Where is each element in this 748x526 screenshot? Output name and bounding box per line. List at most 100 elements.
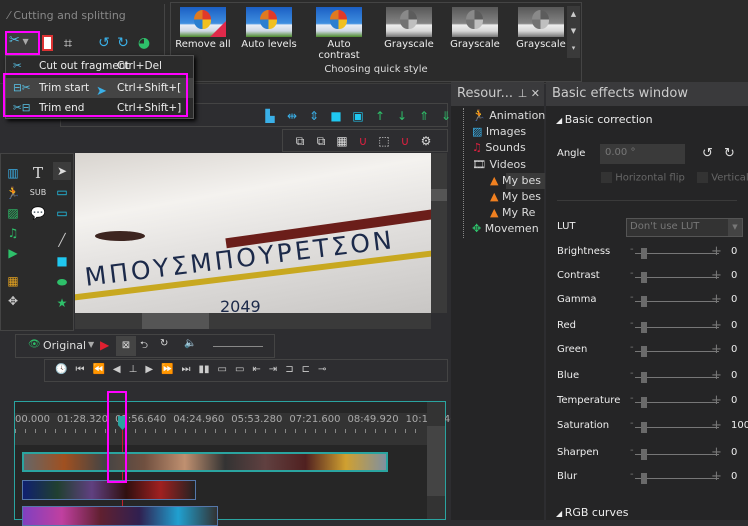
preview-horizontal-scrollbar[interactable]	[75, 313, 431, 329]
slider-knob[interactable]	[641, 272, 647, 283]
minus-icon[interactable]: -	[630, 418, 634, 429]
multi-select-icon[interactable]: ▭	[53, 204, 71, 222]
bring-forward-icon[interactable]: ↑	[371, 107, 389, 125]
tree-item-movement[interactable]: ✥ Movemen	[472, 221, 545, 237]
clock-icon[interactable]: 🕓	[55, 364, 67, 381]
quick-style-grayscale[interactable]: Grayscale	[512, 7, 570, 61]
fast-forward-icon[interactable]: ⏩	[161, 364, 173, 381]
snap-grid-icon[interactable]: ∪	[354, 132, 372, 150]
plus-icon[interactable]: +	[711, 318, 722, 333]
slider-green[interactable]: Green - +0	[557, 342, 748, 360]
move-icon[interactable]: ✥	[4, 292, 22, 310]
slider-blue[interactable]: Blue - +0	[557, 368, 748, 386]
quick-style-auto-levels[interactable]: Auto levels	[240, 7, 298, 61]
fit-icon[interactable]: ⊠	[116, 336, 136, 356]
rewind-icon[interactable]: ⏪	[92, 364, 104, 381]
slider-track[interactable]	[635, 253, 719, 254]
slider-track[interactable]	[635, 478, 719, 479]
slider-gamma[interactable]: Gamma - +0	[557, 292, 748, 310]
tree-item-video[interactable]: ▲ My Re	[472, 205, 545, 221]
split-track-icon[interactable]: ⊸	[318, 364, 326, 381]
align-left-icon[interactable]: ⊐	[285, 364, 293, 381]
rotate-right-icon[interactable]: ↻	[114, 34, 132, 52]
plus-icon[interactable]: +	[711, 393, 722, 408]
slider-track[interactable]	[635, 454, 719, 455]
bring-to-front-icon[interactable]: ⇑	[415, 107, 433, 125]
slider-knob[interactable]	[641, 372, 647, 383]
chevron-down-icon[interactable]: ▼	[88, 340, 94, 349]
send-back-object-icon[interactable]: ⧉	[312, 132, 330, 150]
minus-icon[interactable]: -	[630, 268, 634, 279]
minus-icon[interactable]: -	[630, 292, 634, 303]
timeline-scrollbar[interactable]	[427, 402, 445, 519]
video-clip[interactable]	[22, 452, 388, 472]
speed-icon[interactable]: ◕	[135, 34, 153, 52]
tree-item-video[interactable]: ▲ My bes	[472, 189, 545, 205]
text-tool-icon[interactable]: T	[29, 164, 47, 182]
slider-track[interactable]	[635, 427, 719, 428]
tree-item-videos[interactable]: 🎞 Videos	[472, 157, 545, 173]
slider-red[interactable]: Red - +0	[557, 318, 748, 336]
gallery-scroll[interactable]: ▲ ▼ ▾	[567, 6, 580, 58]
slider-track[interactable]	[635, 301, 719, 302]
slider-track[interactable]	[635, 327, 719, 328]
minus-icon[interactable]: -	[630, 445, 634, 456]
mark-icon[interactable]: ▮▮	[198, 364, 209, 381]
section-basic-correction[interactable]: ◢ Basic correction	[556, 113, 653, 126]
audio-icon[interactable]: ♫	[4, 224, 22, 242]
loop-icon[interactable]: ⮌	[140, 338, 148, 355]
guides-icon[interactable]: ⬚	[375, 132, 393, 150]
chart-icon[interactable]: ▥	[4, 164, 22, 182]
view-mode-select[interactable]: Original	[43, 339, 86, 352]
freeform-icon[interactable]: ★	[53, 294, 71, 312]
same-height-icon[interactable]: ⇕	[305, 107, 323, 125]
section-rgb-curves[interactable]: ◢ RGB curves	[556, 506, 628, 519]
slider-knob[interactable]	[641, 473, 647, 484]
slider-knob[interactable]	[641, 397, 647, 408]
quick-style-grayscale[interactable]: Grayscale	[380, 7, 438, 61]
gear-icon[interactable]: ⚙	[417, 132, 435, 150]
grid-icon[interactable]: ▦	[333, 132, 351, 150]
slider-knob[interactable]	[641, 449, 647, 460]
subtitle-tool-icon[interactable]: SUB	[29, 184, 47, 202]
lut-select[interactable]: Don't use LUT ▼	[626, 218, 743, 237]
minus-icon[interactable]: -	[630, 368, 634, 379]
plus-icon[interactable]: +	[711, 342, 722, 357]
animation-icon[interactable]: 🏃	[4, 184, 22, 202]
video-clip[interactable]	[22, 480, 196, 500]
repeat-icon[interactable]: ↻	[160, 338, 168, 349]
slider-knob[interactable]	[641, 422, 647, 433]
pin-close-icons[interactable]: ⊥ ✕	[518, 82, 540, 106]
mark-in-icon[interactable]: ▭	[218, 364, 227, 381]
minus-icon[interactable]: -	[630, 244, 634, 255]
slider-knob[interactable]	[641, 296, 647, 307]
slider-contrast[interactable]: Contrast - +0	[557, 268, 748, 286]
split-icon[interactable]	[42, 35, 53, 51]
plus-icon[interactable]: +	[711, 469, 722, 484]
go-start-icon[interactable]: ⇤	[252, 364, 260, 381]
horizontal-flip-checkbox[interactable]: Horizontal flip	[601, 172, 685, 184]
align-bottom-icon[interactable]: ▙	[261, 107, 279, 125]
slider-track[interactable]	[635, 402, 719, 403]
slider-track[interactable]	[635, 377, 719, 378]
stop-icon[interactable]: ⊥	[129, 364, 138, 381]
tree-item-images[interactable]: ▨ Images	[472, 124, 545, 140]
quick-style-auto-contrast[interactable]: Auto contrast	[306, 7, 372, 61]
timeline[interactable]: 00.000 01:28.320 02:56.640 04:24.960 05:53.2…	[14, 401, 457, 526]
minus-icon[interactable]: -	[630, 469, 634, 480]
align-right-icon[interactable]: ⊏	[302, 364, 310, 381]
rectangle-select-icon[interactable]: ▭	[53, 183, 71, 201]
plus-icon[interactable]: +	[711, 244, 722, 259]
next-frame-icon[interactable]: ▶	[145, 364, 153, 381]
slider-blur[interactable]: Blur - +0	[557, 469, 748, 487]
angle-input[interactable]: 0.00 °	[600, 144, 685, 164]
go-end-icon[interactable]: ⇥	[269, 364, 277, 381]
bring-front-object-icon[interactable]: ⧉	[291, 132, 309, 150]
plus-icon[interactable]: +	[711, 292, 722, 307]
video-icon[interactable]: ▶	[4, 244, 22, 262]
minus-icon[interactable]: -	[630, 318, 634, 329]
last-frame-icon[interactable]: ⏭	[181, 364, 190, 381]
same-size-icon[interactable]: ■	[327, 107, 345, 125]
video-preview[interactable]: ΜΠΟΥΣΜΠΟΥΡΕΤΣΟΝ 2049	[75, 153, 431, 313]
plus-icon[interactable]: +	[711, 268, 722, 283]
